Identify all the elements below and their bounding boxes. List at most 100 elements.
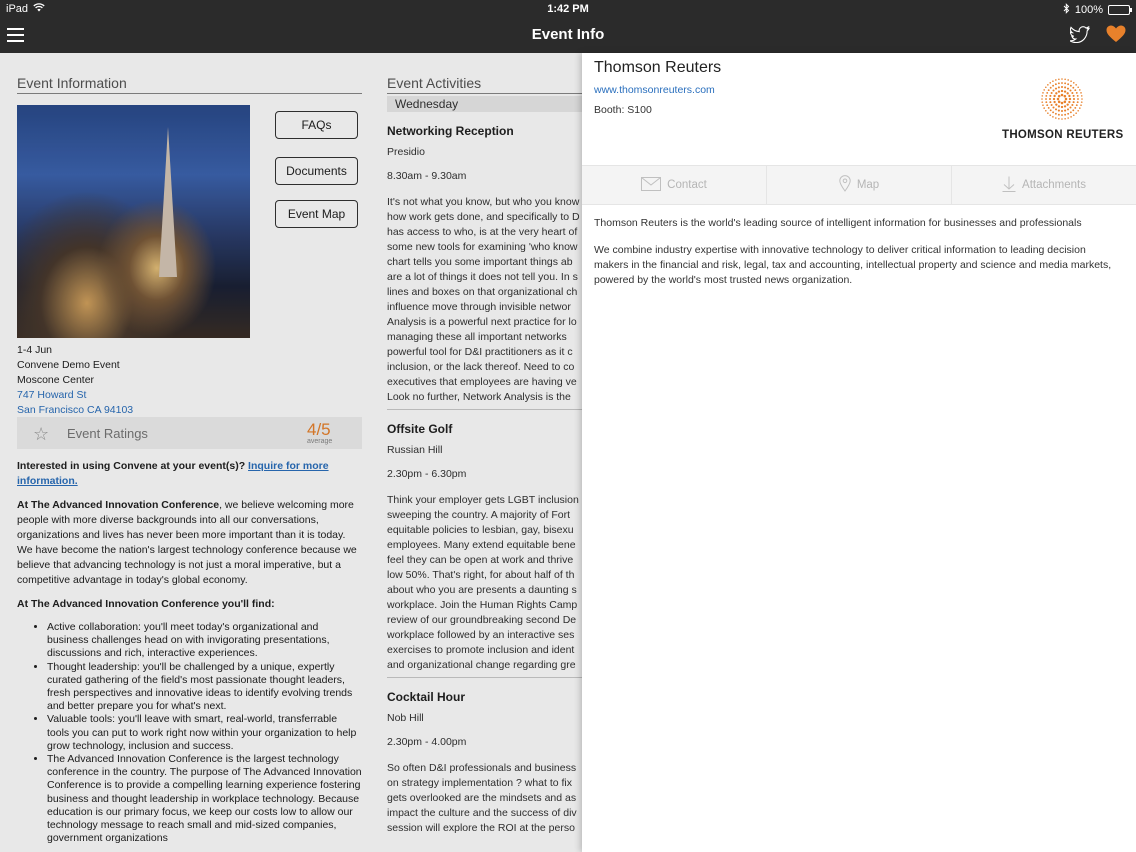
nav-bar: Event Info [0,18,1136,53]
tab-contact[interactable]: Contact [582,166,767,204]
status-time: 1:42 PM [547,3,589,15]
logo-dot [1079,107,1081,109]
logo-dot [1080,92,1082,94]
logo-dot [1049,86,1052,89]
logo-dot [1075,112,1077,114]
logo-dot [1055,103,1058,106]
logo-dot [1049,94,1052,97]
logo-dot [1046,104,1049,107]
company-description: Thomson Reuters is the world's leading s… [594,216,1119,300]
logo-dot [1049,101,1052,104]
logo-dot [1069,89,1072,92]
logo-dot [1069,84,1072,87]
logo-dot [1060,109,1064,113]
logo-dot [1057,82,1060,85]
logo-dot [1045,94,1048,97]
logo-dot [1052,89,1055,92]
description-paragraph: We combine industry expertise with innov… [594,244,1112,286]
logo-dot [1080,104,1082,106]
logo-dot [1054,112,1057,115]
tab-map[interactable]: Map [767,166,952,204]
logo-dot [1050,103,1053,107]
logo-dot [1057,113,1060,116]
logo-dot [1064,82,1067,85]
logo-dot [1045,98,1047,100]
logo-dot [1047,106,1050,109]
logo-dot [1072,82,1075,84]
logo-dot [1049,82,1052,84]
panel-tabs: Contact Map Attachments [582,165,1136,205]
logo-dot [1054,108,1058,111]
logo-dot [1064,117,1066,120]
map-pin-icon [839,175,851,195]
logo-dot [1072,101,1075,104]
logo-dot [1041,95,1044,97]
logo-dot [1055,92,1058,95]
logo-dot [1070,80,1072,82]
logo-dot [1057,109,1060,112]
logo-dot [1057,94,1061,98]
logo-dot [1064,109,1067,112]
logo-dot [1043,107,1045,109]
logo-dot [1050,91,1053,95]
logo-dot [1076,94,1079,97]
logo-dot [1056,97,1060,101]
logo-dot [1061,118,1063,120]
logo-dot [1074,106,1077,109]
logo-dot [1064,97,1068,101]
logo-dot [1047,89,1050,92]
logo-dot [1055,117,1057,119]
logo-dot [1071,91,1074,95]
logo-dot [1072,94,1075,97]
logo-dot [1045,101,1048,104]
logo-dot [1064,86,1067,89]
logo-dot [1049,109,1052,112]
logo-dot [1075,104,1078,107]
thomson-reuters-logo-mark [1041,78,1083,120]
logo-dot [1070,116,1072,118]
logo-dot [1066,103,1069,106]
logo-dot [1048,97,1052,101]
logo-dot [1081,98,1083,100]
logo-dot [1077,109,1079,112]
logo-dot [1066,92,1069,95]
logo-dot [1063,94,1067,98]
logo-dot [1052,84,1055,87]
logo-dot [1045,109,1047,112]
logo-dot [1046,91,1049,94]
twitter-icon[interactable] [1067,25,1091,48]
company-website-link[interactable]: www.thomsonreuters.com [594,84,715,96]
logo-dot [1042,104,1044,106]
description-paragraph: Thomson Reuters is the world's leading s… [594,217,1082,229]
logo-dot [1067,117,1069,119]
logo-dot [1041,101,1044,103]
logo-dot [1075,84,1077,86]
logo-wordmark: THOMSON REUTERS [1002,129,1124,141]
logo-dot [1057,90,1061,93]
exhibitor-panel: Thomson Reuters www.thomsonreuters.com B… [582,53,1136,852]
envelope-icon [641,176,662,194]
logo-dot [1049,114,1052,116]
logo-dot [1052,106,1055,109]
logo-dot [1060,93,1064,97]
tab-attachments[interactable]: Attachments [952,166,1136,204]
logo-dot [1076,101,1079,104]
logo-dot [1077,98,1079,100]
logo-dot [1064,113,1067,116]
logo-dot [1052,111,1055,114]
heart-icon[interactable] [1106,25,1126,48]
logo-dot [1052,97,1056,101]
logo-dot [1064,78,1066,81]
logo-dot [1080,101,1083,103]
logo-dot [1068,94,1071,98]
company-logo: THOMSON REUTERS [1002,77,1124,143]
logo-dot [1066,108,1070,111]
logo-dot [1067,83,1070,86]
bluetooth-icon [1063,3,1070,17]
logo-dot [1054,83,1057,86]
logo-dot [1060,85,1064,89]
logo-dot [1072,97,1076,101]
logo-dot [1063,105,1067,108]
logo-dot [1041,98,1043,100]
logo-dot [1058,78,1060,81]
